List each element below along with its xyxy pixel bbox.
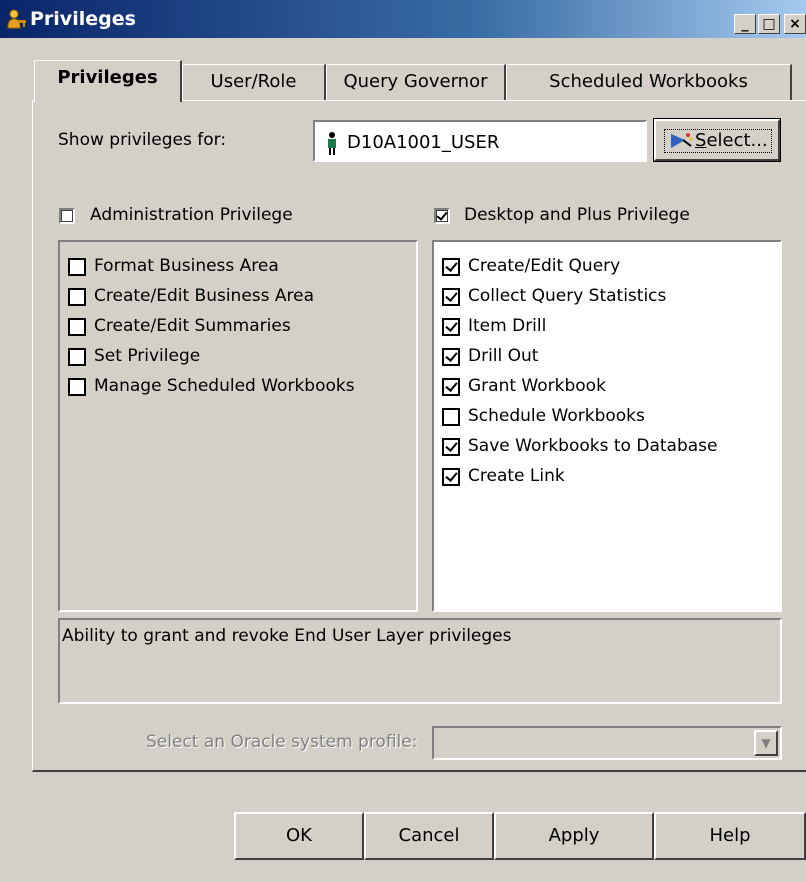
oracle-profile-select[interactable]: ▼	[432, 726, 782, 760]
desktop-plus-privilege-label: Desktop and Plus Privilege	[464, 205, 690, 225]
select-button-label: Select...	[695, 130, 768, 151]
desktop-plus-privilege-checkbox[interactable]	[434, 208, 450, 224]
checkbox[interactable]	[442, 468, 460, 486]
checkbox[interactable]	[68, 348, 86, 366]
checkbox[interactable]	[442, 378, 460, 396]
select-user-button[interactable]: Select...	[653, 118, 781, 162]
privilege-description: Ability to grant and revoke End User Lay…	[58, 618, 782, 704]
checkbox[interactable]	[442, 348, 460, 366]
checkbox[interactable]	[68, 378, 86, 396]
ok-button[interactable]: OK	[234, 812, 364, 860]
tab-query-governor[interactable]: Query Governor	[326, 64, 506, 100]
title-bar[interactable]: Privileges _ □ ×	[0, 0, 806, 38]
maximize-button[interactable]: □	[758, 14, 780, 34]
person-icon	[328, 132, 336, 155]
checkbox[interactable]	[68, 318, 86, 336]
chevron-down-icon[interactable]: ▼	[754, 730, 778, 756]
checkbox[interactable]	[442, 288, 460, 306]
close-button[interactable]: ×	[784, 14, 806, 34]
cancel-button[interactable]: Cancel	[364, 812, 494, 860]
profile-label: Select an Oracle system profile:	[146, 732, 418, 752]
tab-user-role[interactable]: User/Role	[182, 64, 326, 100]
user-name: D10A1001_USER	[347, 132, 500, 153]
apply-button[interactable]: Apply	[494, 812, 654, 860]
tab-scheduled-workbooks[interactable]: Scheduled Workbooks	[506, 64, 792, 100]
admin-privilege-list: Format Business Area Create/Edit Busines…	[58, 240, 418, 612]
help-button[interactable]: Help	[654, 812, 806, 860]
checkbox[interactable]	[68, 288, 86, 306]
magic-wand-icon	[671, 133, 693, 148]
admin-privilege-checkbox[interactable]	[59, 208, 75, 224]
checkbox[interactable]	[442, 408, 460, 426]
window-title: Privileges	[30, 8, 136, 30]
privileges-dialog: Privileges _ □ × Privileges User/Role Qu…	[0, 0, 806, 882]
checkbox[interactable]	[442, 438, 460, 456]
show-privileges-label: Show privileges for:	[58, 130, 227, 150]
desktop-plus-privilege-list: Create/Edit Query Collect Query Statisti…	[432, 240, 782, 612]
checkbox[interactable]	[68, 258, 86, 276]
tab-privileges[interactable]: Privileges	[34, 60, 182, 102]
checkbox[interactable]	[442, 258, 460, 276]
minimize-button[interactable]: _	[734, 14, 756, 34]
admin-privilege-label: Administration Privilege	[90, 205, 293, 225]
checkbox[interactable]	[442, 318, 460, 336]
user-key-icon	[7, 9, 26, 29]
user-field[interactable]: D10A1001_USER	[313, 120, 647, 162]
